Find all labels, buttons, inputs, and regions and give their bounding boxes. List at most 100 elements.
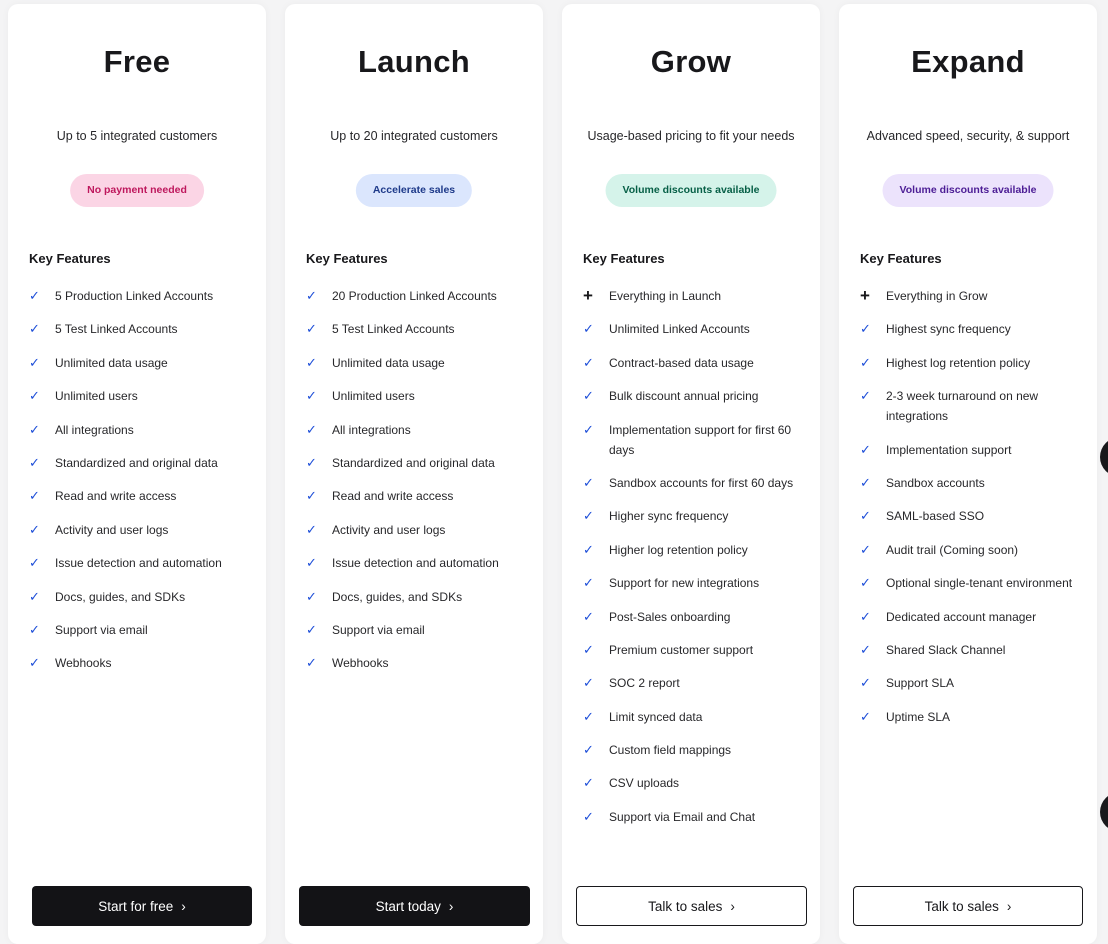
feature-item: ✓ SAML-based SSO [860,506,1083,526]
cta-label: Start for free [98,898,174,914]
feature-text: 20 Production Linked Accounts [332,289,497,303]
key-features-heading: Key Features [860,251,942,266]
plan-card-free: Free Up to 5 integrated customers No pay… [8,4,266,944]
chevron-right-icon: › [181,898,186,914]
check-icon: ✓ [29,521,40,537]
check-icon: ✓ [306,454,317,470]
feature-text: Higher sync frequency [609,509,729,524]
feature-item: ✓ Sandbox accounts [860,473,1083,493]
plan-title: Free [103,44,171,79]
feature-text: 5 Test Linked Accounts [55,322,178,337]
feature-item: ✓ Highest log retention policy [860,353,1083,373]
feature-text: Premium customer support [609,642,754,657]
feature-text: 5 Test Linked Accounts [332,322,455,337]
check-icon: ✓ [860,541,871,557]
feature-text: Highest log retention policy [886,355,1031,370]
feature-item: ✓ Unlimited data usage [29,353,252,373]
feature-text: Sandbox accounts for first 60 days [609,475,794,490]
check-icon: ✓ [29,388,40,404]
check-icon: ✓ [860,508,871,524]
feature-text: Support via Email and Chat [609,809,756,824]
feature-text: 2-3 week turnaround on new integrations [886,389,1039,424]
feature-item: ✓ Post-Sales onboarding [583,607,806,627]
feature-text: Bulk discount annual pricing [609,389,759,404]
key-features-heading: Key Features [583,251,665,266]
check-icon: ✓ [583,421,594,437]
check-icon: ✓ [860,641,871,657]
check-icon: ✓ [860,354,871,370]
check-icon: ✓ [29,288,40,303]
feature-text: Post-Sales onboarding [609,609,731,624]
key-features-heading: Key Features [306,251,388,266]
cta-label: Talk to sales [924,898,999,914]
feature-text: Unlimited data usage [332,355,445,370]
key-features-heading: Key Features [29,251,111,266]
feature-item: + Everything in Grow [860,286,1083,306]
feature-text: Implementation support [886,442,1012,457]
check-icon: ✓ [29,588,40,604]
feature-text: Standardized and original data [332,455,495,470]
check-icon: ✓ [860,608,871,624]
feature-text: Standardized and original data [55,455,218,470]
plan-cta-button[interactable]: Start for free › [32,886,252,926]
feature-text: Issue detection and automation [55,556,222,571]
feature-text: Sandbox accounts [886,475,985,490]
check-icon: ✓ [29,354,40,370]
plan-subtitle: Advanced speed, security, & support [866,129,1070,143]
plan-cta-button[interactable]: Talk to sales › [853,886,1083,926]
feature-item: ✓ Implementation support [860,440,1083,460]
feature-item: ✓ Highest sync frequency [860,319,1083,339]
feature-item: ✓ Read and write access [29,486,252,506]
plan-title: Expand [911,44,1025,79]
plan-title: Grow [650,44,732,79]
chevron-right-icon: › [1006,898,1012,914]
feature-text: Unlimited users [332,389,415,404]
feature-item: ✓ Activity and user logs [29,520,252,540]
feature-item: ✓ Support via Email and Chat [583,807,806,827]
plus-icon: + [583,286,593,305]
feature-text: Issue detection and automation [332,556,499,571]
check-icon: ✓ [29,621,40,637]
feature-item: ✓ CSV uploads [583,773,806,793]
check-icon: ✓ [860,321,871,337]
feature-item: ✓ Bulk discount annual pricing [583,386,806,406]
check-icon: ✓ [583,474,594,490]
feature-item: ✓ Support SLA [860,673,1083,693]
feature-item: ✓ Shared Slack Channel [860,640,1083,660]
feature-item: ✓ All integrations [29,420,252,440]
feature-text: SAML-based SSO [886,509,985,524]
feature-item: ✓ Docs, guides, and SDKs [29,587,252,607]
plan-badge: Accelerate sales [355,174,473,207]
floating-button[interactable] [1100,437,1108,477]
feature-text: Support via email [332,622,425,637]
check-icon: ✓ [860,388,871,404]
feature-text: Support SLA [886,676,955,691]
feature-text: Everything in Launch [609,289,722,303]
feature-item: ✓ Activity and user logs [306,520,529,540]
feature-text: Contract-based data usage [609,355,754,370]
feature-item: ✓ Unlimited Linked Accounts [583,319,806,339]
feature-item: ✓ Premium customer support [583,640,806,660]
check-icon: ✓ [583,354,594,370]
feature-item: ✓ Standardized and original data [306,453,529,473]
check-icon: ✓ [583,641,594,657]
feature-item: ✓ Dedicated account manager [860,607,1083,627]
check-icon: ✓ [583,608,594,624]
feature-item: + Everything in Launch [583,286,806,306]
feature-text: Everything in Grow [886,289,988,303]
plan-title: Launch [357,44,471,79]
check-icon: ✓ [29,454,40,470]
plan-cta-button[interactable]: Talk to sales › [576,886,807,926]
check-icon: ✓ [306,388,317,404]
feature-item: ✓ 2-3 week turnaround on new integrations [860,386,1083,426]
feature-item: ✓ Unlimited users [306,386,529,406]
feature-item: ✓ Read and write access [306,486,529,506]
floating-button[interactable] [1100,792,1108,832]
plan-cta-button[interactable]: Start today › [299,886,530,926]
feature-item: ✓ Higher log retention policy [583,540,806,560]
plus-icon: + [860,286,870,305]
check-icon: ✓ [306,521,317,537]
check-icon: ✓ [306,488,317,504]
feature-text: Read and write access [332,489,454,504]
feature-item: ✓ Standardized and original data [29,453,252,473]
